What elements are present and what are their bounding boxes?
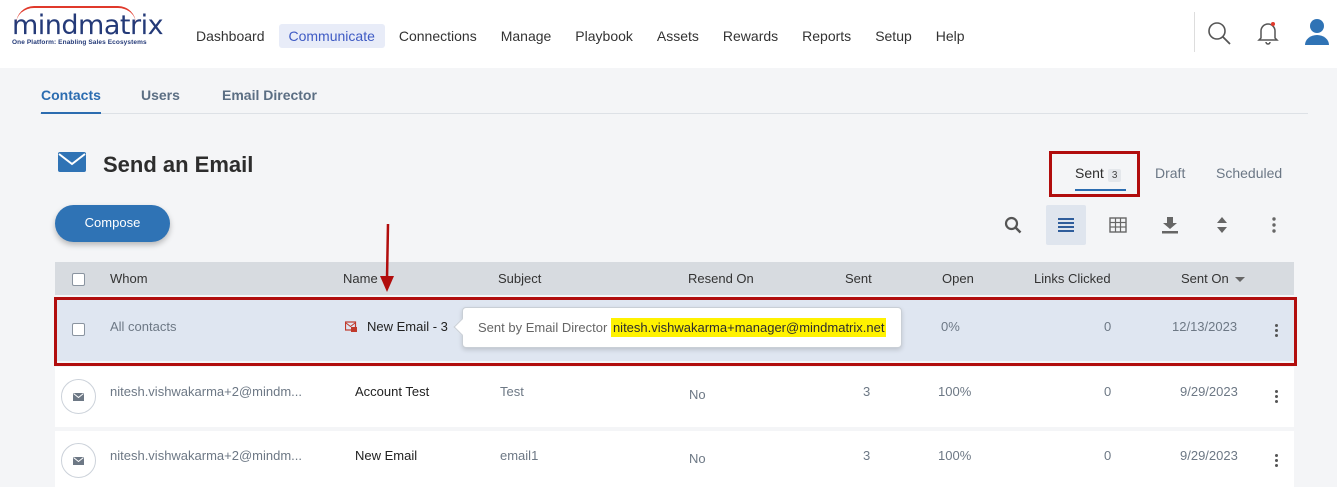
table-header: Whom Name Subject Resend On Sent Open Li…	[55, 262, 1294, 295]
row-sent: 3	[863, 448, 871, 463]
row-subject: Test	[500, 384, 524, 399]
col-open[interactable]: Open	[942, 271, 974, 286]
tab-scheduled[interactable]: Scheduled	[1216, 165, 1282, 181]
tab-email-director[interactable]: Email Director	[222, 87, 317, 114]
row-whom: nitesh.vishwakarma+2@mindm...	[110, 448, 303, 463]
tooltip-text: Sent by Email Director nitesh.vishwakarm…	[478, 318, 887, 337]
row-sent: 3	[863, 384, 871, 399]
row-subject: email1	[500, 448, 539, 463]
annotation-arrow-icon	[380, 224, 394, 292]
logo-arc	[16, 6, 136, 24]
tooltip-prefix: Sent by Email Director	[478, 320, 608, 335]
list-view-icon[interactable]	[1046, 205, 1086, 245]
col-sent[interactable]: Sent	[845, 271, 872, 286]
envelope-avatar-icon	[61, 379, 96, 414]
main-nav: Dashboard Communicate Connections Manage…	[186, 24, 979, 48]
row-more-icon[interactable]	[1275, 390, 1279, 404]
row-links-clicked: 0	[1104, 384, 1112, 399]
row-resend-on: No	[689, 451, 706, 466]
subtabs: Contacts Users Email Director	[40, 86, 1308, 114]
nav-assets[interactable]: Assets	[647, 24, 709, 48]
search-icon[interactable]	[1206, 20, 1234, 48]
sort-icon[interactable]	[1202, 205, 1242, 245]
tab-contacts[interactable]: Contacts	[41, 87, 101, 114]
topbar-divider	[1194, 12, 1195, 52]
col-links-clicked[interactable]: Links Clicked	[1034, 271, 1111, 286]
row-name[interactable]: Account Test	[355, 384, 429, 399]
row-open: 100%	[938, 448, 972, 463]
col-name[interactable]: Name	[343, 271, 378, 286]
select-all-checkbox[interactable]	[72, 273, 85, 286]
row-sent-on: 9/29/2023	[1180, 448, 1238, 463]
nav-manage[interactable]: Manage	[491, 24, 562, 48]
col-sent-on[interactable]: Sent On	[1181, 271, 1229, 286]
nav-rewards[interactable]: Rewards	[713, 24, 788, 48]
sort-desc-icon[interactable]	[1235, 277, 1245, 282]
nav-setup[interactable]: Setup	[865, 24, 922, 48]
more-icon[interactable]	[1254, 205, 1294, 245]
sender-tooltip: Sent by Email Director nitesh.vishwakarm…	[453, 307, 902, 348]
table-row[interactable]: nitesh.vishwakarma+2@mindm... Account Te…	[55, 367, 1294, 427]
col-whom[interactable]: Whom	[110, 271, 148, 286]
row-resend-on: No	[689, 387, 706, 402]
row-name[interactable]: New Email	[355, 448, 417, 463]
annotation-box-sent	[1049, 151, 1140, 197]
tab-draft[interactable]: Draft	[1155, 165, 1185, 181]
mindmatrix-logo[interactable]: mindmatrix One Platform: Enabling Sales …	[12, 6, 164, 46]
row-more-icon[interactable]	[1275, 454, 1279, 468]
row-whom: nitesh.vishwakarma+2@mindm...	[110, 384, 303, 399]
row-open: 100%	[938, 384, 972, 399]
envelope-icon	[58, 152, 86, 177]
download-icon[interactable]	[1150, 205, 1190, 245]
page-title: Send an Email	[103, 152, 254, 177]
col-subject[interactable]: Subject	[498, 271, 541, 286]
tab-users[interactable]: Users	[141, 87, 180, 114]
top-navigation-bar: mindmatrix One Platform: Enabling Sales …	[0, 0, 1337, 68]
envelope-avatar-icon	[61, 443, 96, 478]
user-icon[interactable]	[1304, 18, 1332, 46]
col-resend-on[interactable]: Resend On	[688, 271, 754, 286]
row-sent-on: 9/29/2023	[1180, 384, 1238, 399]
tooltip-email-highlight: nitesh.vishwakarma+manager@mindmatrix.ne…	[610, 318, 887, 337]
table-row[interactable]: nitesh.vishwakarma+2@mindm... New Email …	[55, 431, 1294, 487]
compose-button[interactable]: Compose	[55, 205, 170, 242]
logo-tagline: One Platform: Enabling Sales Ecosystems	[12, 39, 147, 46]
nav-reports[interactable]: Reports	[792, 24, 861, 48]
nav-connections[interactable]: Connections	[389, 24, 487, 48]
nav-communicate[interactable]: Communicate	[278, 24, 385, 48]
nav-help[interactable]: Help	[926, 24, 975, 48]
bell-icon[interactable]	[1256, 20, 1284, 48]
grid-view-icon[interactable]	[1098, 205, 1138, 245]
nav-playbook[interactable]: Playbook	[565, 24, 643, 48]
search-icon[interactable]	[993, 205, 1033, 245]
row-links-clicked: 0	[1104, 448, 1112, 463]
nav-dashboard[interactable]: Dashboard	[186, 24, 275, 48]
